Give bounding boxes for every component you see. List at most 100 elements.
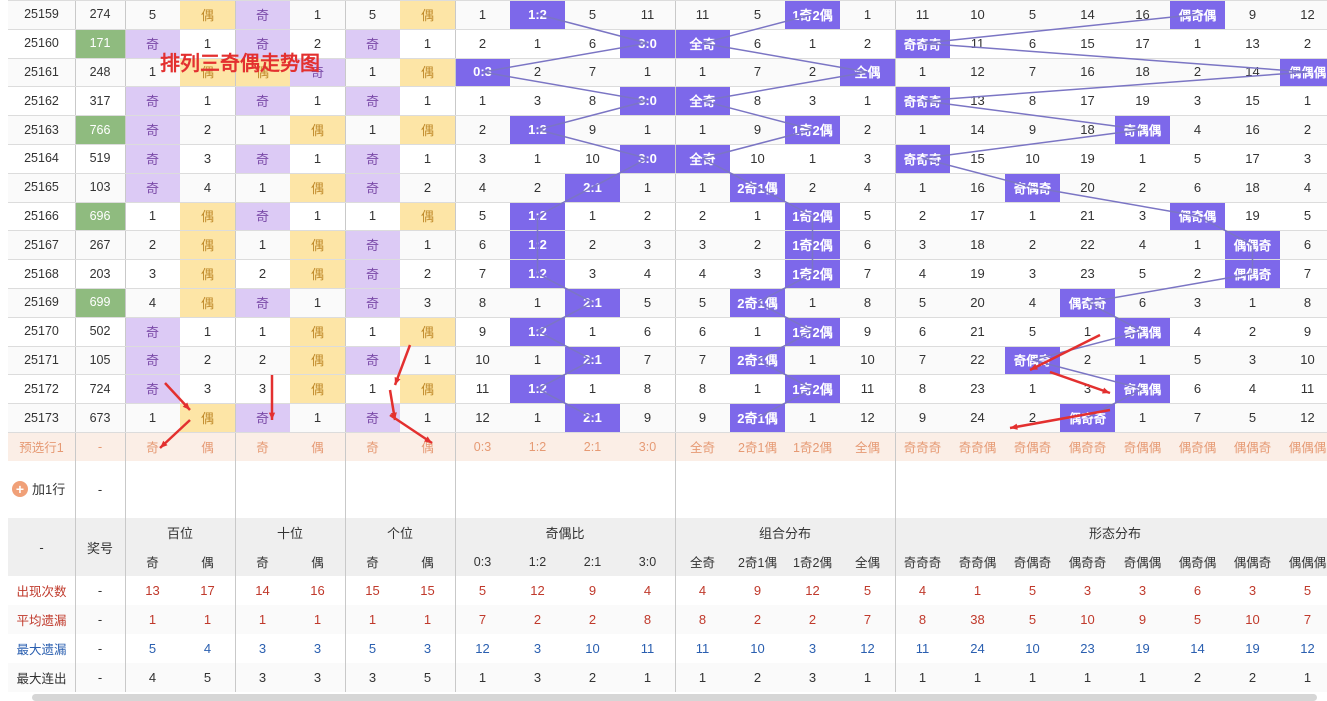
shape-cell: 4 <box>1138 237 1147 253</box>
shape-cell: 8 <box>918 381 927 397</box>
combo-cell: 12 <box>860 410 875 426</box>
stats-value: 8 <box>918 612 927 627</box>
award-number: 724 <box>89 381 111 396</box>
header-sub: 奇奇偶 <box>958 556 997 570</box>
stats-value: 9 <box>753 583 762 598</box>
stats-value: 17 <box>200 583 215 598</box>
ratio-cell: 7 <box>643 352 652 368</box>
horizontal-scrollbar[interactable] <box>32 694 1317 701</box>
combo-cell: 1奇2偶 <box>785 0 840 29</box>
shape-cell: 6 <box>1138 294 1147 310</box>
stats-value: 2 <box>1193 670 1202 685</box>
even-cell: 偶 <box>290 115 345 144</box>
stats-value: 5 <box>203 670 212 685</box>
combo-cell: 10 <box>750 150 765 166</box>
shape-cell: 9 <box>1248 6 1257 22</box>
shape-cell: 偶奇偶 <box>1170 201 1225 231</box>
ratio-cell: 1 <box>533 352 542 368</box>
ratio-cell: 1:2 <box>510 374 565 404</box>
stats-value: 23 <box>1080 641 1095 656</box>
stats-value: 12 <box>1300 641 1315 656</box>
odd-cell: 奇 <box>235 288 290 317</box>
stats-value: 1 <box>973 670 982 685</box>
shape-cell: 13 <box>970 93 985 109</box>
combo-cell: 3 <box>753 266 762 282</box>
ratio-cell: 10 <box>585 150 600 166</box>
shape-cell: 5 <box>1193 150 1202 166</box>
odd-cell: 奇 <box>235 0 290 29</box>
issue-number: 25162 <box>24 93 59 108</box>
award-number: 766 <box>75 115 125 144</box>
stats-value: 2 <box>533 612 542 627</box>
combo-cell: 5 <box>698 294 707 310</box>
even-cell: 4 <box>203 179 212 195</box>
ratio-cell: 2 <box>643 208 652 224</box>
header-sub: 偶偶偶 <box>1288 556 1327 570</box>
ratio-cell: 3 <box>588 266 597 282</box>
stats-value: 8 <box>643 612 652 627</box>
odd-cell: 2 <box>148 237 157 253</box>
even-cell: 1 <box>423 237 432 253</box>
combo-cell: 8 <box>698 381 707 397</box>
combo-cell: 3 <box>863 150 872 166</box>
shape-cell: 6 <box>1193 381 1202 397</box>
odd-cell: 奇 <box>125 115 180 144</box>
odd-cell: 1 <box>258 237 267 253</box>
odd-cell: 1 <box>258 179 267 195</box>
stats-value: 3 <box>368 670 377 685</box>
even-cell: 2 <box>203 122 212 138</box>
shape-cell: 2 <box>1193 266 1202 282</box>
combo-cell: 2奇1偶 <box>730 288 785 317</box>
combo-cell: 7 <box>863 266 872 282</box>
shape-cell: 22 <box>1080 237 1095 253</box>
shape-cell: 9 <box>1303 323 1312 339</box>
even-cell: 偶 <box>290 172 345 202</box>
forecast-option: 奇偶奇 <box>1013 441 1052 455</box>
stats-value: 12 <box>530 583 545 598</box>
odd-cell: 奇 <box>125 374 180 404</box>
header-sub: 偶奇奇 <box>1068 556 1107 570</box>
header-group: 个位 <box>386 526 413 541</box>
shape-cell: 24 <box>970 410 985 426</box>
odd-cell: 3 <box>258 381 267 397</box>
shape-cell: 奇偶偶 <box>1115 115 1170 144</box>
ratio-cell: 2 <box>478 122 487 138</box>
odd-cell: 1 <box>368 64 377 80</box>
odd-cell: 奇 <box>345 403 400 432</box>
combo-cell: 2奇1偶 <box>730 403 785 432</box>
shape-cell: 2 <box>1028 410 1037 426</box>
even-cell: 1 <box>423 410 432 426</box>
odd-cell: 1 <box>148 410 157 426</box>
ratio-cell: 1 <box>533 294 542 310</box>
grid-line <box>8 28 1327 30</box>
even-cell: 1 <box>423 352 432 368</box>
shape-cell: 12 <box>1300 6 1315 22</box>
stats-value: 10 <box>1245 612 1260 627</box>
trend-chart-table: 25159 274 5 偶奇 1 5 偶 1 1:2 5 11 11 5 1奇2偶 1 11 10 5 14 16 偶奇… <box>0 0 1327 701</box>
combo-cell: 1 <box>753 323 762 339</box>
odd-cell: 奇 <box>235 86 290 116</box>
combo-cell: 3 <box>698 237 707 253</box>
shape-cell: 12 <box>1300 410 1315 426</box>
combo-cell: 1 <box>808 294 817 310</box>
header-sub: 奇 <box>146 556 159 570</box>
stats-value: 12 <box>475 641 490 656</box>
shape-cell: 2 <box>918 208 927 224</box>
combo-cell: 8 <box>863 294 872 310</box>
award-number: 673 <box>89 410 111 425</box>
ratio-cell: 8 <box>643 381 652 397</box>
add-row-button[interactable]: + 加1行 <box>12 479 65 498</box>
ratio-cell: 6 <box>588 35 597 51</box>
odd-cell: 奇 <box>125 345 180 375</box>
even-cell: 偶 <box>290 374 345 404</box>
shape-cell: 10 <box>1300 352 1315 368</box>
odd-cell: 1 <box>368 122 377 138</box>
forecast-option: 偶 <box>421 441 434 455</box>
shape-cell: 19 <box>1135 93 1150 109</box>
stats-value: 9 <box>588 583 597 598</box>
even-cell: 1 <box>313 93 322 109</box>
combo-cell: 2奇1偶 <box>730 172 785 202</box>
stats-value: 5 <box>1028 583 1037 598</box>
award-number: 267 <box>89 237 111 252</box>
combo-cell: 全偶 <box>840 57 895 87</box>
